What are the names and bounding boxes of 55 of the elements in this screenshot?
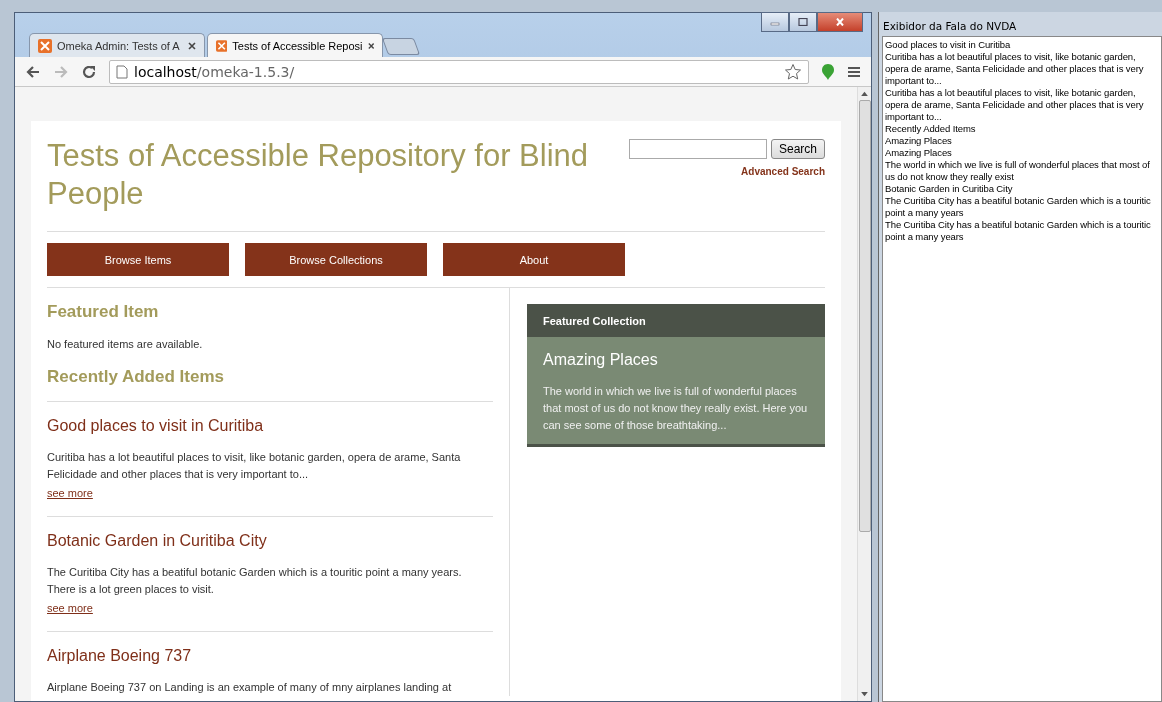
tab-title: Tests of Accessible Reposi bbox=[232, 39, 363, 52]
item-title-link[interactable]: Good places to visit in Curitiba bbox=[47, 417, 493, 435]
window-title: Exibidor da Fala do NVDA bbox=[882, 19, 1018, 34]
scrollbar[interactable] bbox=[857, 87, 871, 701]
collection-title-link[interactable]: Amazing Places bbox=[543, 351, 809, 369]
item-description: The Curitiba City has a beatiful botanic Garden which is a touritic point a many years. There is a lot green places to visit. bbox=[47, 565, 463, 597]
section-heading: Featured Item bbox=[47, 302, 160, 322]
nav-button[interactable]: Browse Collections bbox=[245, 243, 427, 276]
maximize-button[interactable] bbox=[789, 12, 817, 32]
speech-line: The Curitiba City has a beatiful botanic Garden which is a touritic point a many years bbox=[885, 219, 1152, 243]
star-icon[interactable] bbox=[784, 62, 802, 81]
see-more-link[interactable]: see more bbox=[47, 602, 93, 614]
reload-icon[interactable] bbox=[81, 63, 97, 80]
menu-icon[interactable] bbox=[847, 64, 861, 79]
speech-line: Amazing Places bbox=[885, 147, 953, 159]
nav-button[interactable]: Browse Items bbox=[47, 243, 229, 276]
close-icon bbox=[835, 18, 845, 26]
speech-line: Curitiba has a lot beautiful places to visit, like botanic garden, opera de arame, Santa Felicidade and other places that is very important to... bbox=[885, 51, 1145, 87]
search-button[interactable]: Search bbox=[770, 139, 825, 159]
scroll-up-icon[interactable] bbox=[861, 91, 868, 96]
back-icon[interactable] bbox=[25, 63, 41, 80]
speech-line: Amazing Places bbox=[885, 135, 953, 147]
nav-button[interactable]: About bbox=[443, 243, 625, 276]
close-button[interactable] bbox=[817, 12, 863, 32]
app-logo-icon bbox=[216, 38, 228, 53]
speech-line: Good places to visit in Curitiba bbox=[885, 39, 1012, 51]
minimize-button[interactable] bbox=[761, 12, 789, 32]
speech-line: The world in which we live is full of wonderful places that most of us do not know they really exist bbox=[885, 159, 1151, 183]
see-more-link[interactable]: see more bbox=[47, 487, 93, 499]
advanced-search-link[interactable]: Advanced Search bbox=[741, 166, 825, 177]
close-icon[interactable] bbox=[367, 41, 374, 50]
speech-line: Botanic Garden in Curitiba City bbox=[885, 183, 1014, 195]
address-bar[interactable]: localhost/omeka-1.5.3/ bbox=[109, 59, 809, 84]
new-tab-button[interactable] bbox=[381, 38, 421, 55]
maximize-icon bbox=[798, 18, 808, 26]
browser-tab[interactable]: Omeka Admin: Tests of A bbox=[29, 33, 205, 57]
app-logo-icon bbox=[38, 38, 52, 53]
search-field[interactable] bbox=[628, 139, 767, 159]
collection-description: The world in which we live is full of wonderful places that most of us do not know they really exist. Here you can see some of those breathtaking... bbox=[543, 384, 809, 433]
item-title-link[interactable]: Airplane Boeing 737 bbox=[47, 647, 493, 665]
section-heading: Recently Added Items bbox=[47, 367, 225, 387]
item-description: Curitiba has a lot beautiful places to visit, like botanic garden, opera de arame, Santa Felicidade and other places that is very important to... bbox=[47, 450, 462, 482]
speech-line: The Curitiba City has a beatiful botanic Garden which is a touritic point a many years bbox=[885, 195, 1152, 219]
page-icon bbox=[116, 64, 128, 79]
item-title-link[interactable]: Botanic Garden in Curitiba City bbox=[47, 532, 493, 550]
close-icon[interactable] bbox=[188, 41, 196, 50]
speech-line: Recently Added Items bbox=[885, 123, 977, 135]
speech-line: Curitiba has a lot beautiful places to visit, like botanic garden, opera de arame, Santa Felicidade and other places that is very important to... bbox=[885, 87, 1145, 123]
browser-tab[interactable]: Tests of Accessible Reposi bbox=[207, 33, 383, 57]
url-text: localhost/omeka-1.5.3/ bbox=[134, 63, 296, 80]
scroll-down-icon[interactable] bbox=[861, 692, 868, 697]
item-description: Airplane Boeing 737 on Landing is an example of many of mny airplanes landing at bbox=[47, 680, 453, 695]
card-heading: Featured Collection bbox=[543, 314, 646, 327]
tab-title: Omeka Admin: Tests of A bbox=[57, 39, 181, 52]
empty-message: No featured items are available. bbox=[47, 337, 204, 352]
